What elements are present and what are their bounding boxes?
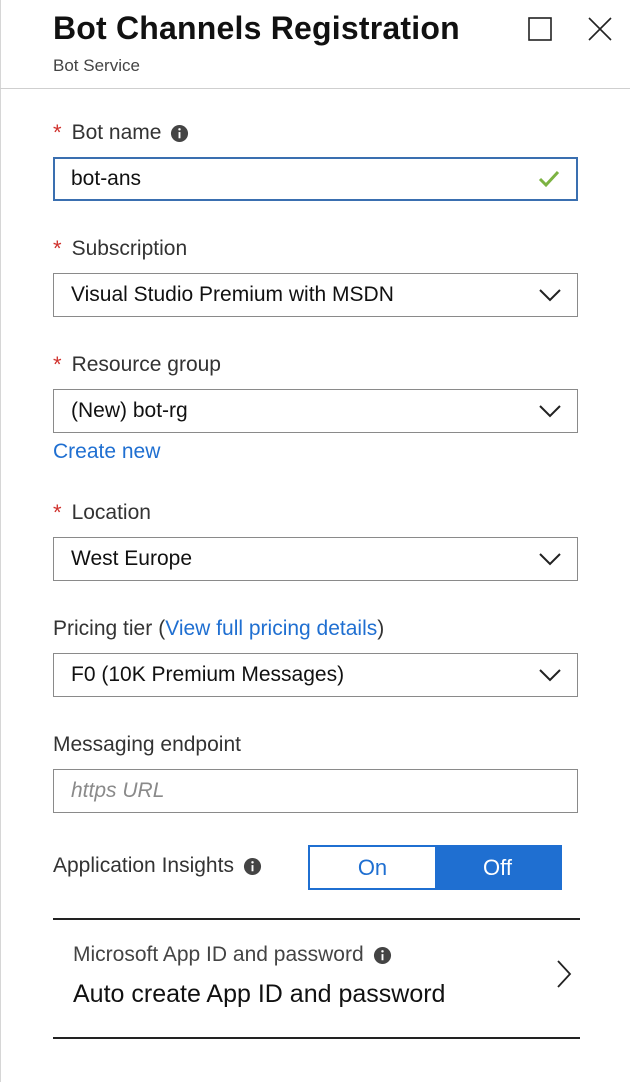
resource-group-value: (New) bot-rg <box>71 399 188 422</box>
bot-name-label-text: Bot name <box>71 121 162 144</box>
application-insights-label-text: Application Insights <box>53 854 234 877</box>
app-id-value: Auto create App ID and password <box>73 980 446 1008</box>
info-icon[interactable] <box>373 946 392 965</box>
resource-group-label: * Resource group <box>53 352 221 378</box>
pricing-tier-label: Pricing tier ( View full pricing details… <box>53 617 384 641</box>
toggle-off-option[interactable]: Off <box>435 847 560 888</box>
required-marker: * <box>53 500 62 525</box>
maximize-button[interactable] <box>527 16 553 42</box>
chevron-down-icon <box>537 398 563 424</box>
subscription-dropdown[interactable]: Visual Studio Premium with MSDN <box>53 273 578 317</box>
subscription-label-text: Subscription <box>71 237 188 260</box>
application-insights-label: Application Insights <box>53 854 262 878</box>
location-label-text: Location <box>71 501 151 524</box>
location-dropdown[interactable]: West Europe <box>53 537 578 581</box>
paren-close: ) <box>377 617 385 640</box>
messaging-endpoint-input[interactable]: https URL <box>53 769 578 813</box>
pricing-tier-value: F0 (10K Premium Messages) <box>71 663 345 686</box>
subscription-label: * Subscription <box>53 236 187 262</box>
application-insights-toggle[interactable]: On Off <box>308 845 562 890</box>
chevron-down-icon <box>537 546 563 572</box>
panel-edge <box>0 0 1 1082</box>
chevron-down-icon <box>537 282 563 308</box>
chevron-right-icon <box>557 960 572 988</box>
required-marker: * <box>53 236 62 261</box>
resource-group-dropdown[interactable]: (New) bot-rg <box>53 389 578 433</box>
bot-name-label: * Bot name <box>53 120 189 146</box>
chevron-down-icon <box>537 662 563 688</box>
close-button[interactable] <box>587 16 613 42</box>
valid-check-icon <box>536 166 562 192</box>
subscription-value: Visual Studio Premium with MSDN <box>71 283 394 306</box>
pricing-tier-label-text: Pricing tier <box>53 617 153 640</box>
blade-header: Bot Channels Registration Bot Service <box>0 0 630 89</box>
blade-subtitle: Bot Service <box>53 56 140 75</box>
info-icon[interactable] <box>243 857 262 876</box>
required-marker: * <box>53 120 62 145</box>
blade-title: Bot Channels Registration <box>53 10 460 46</box>
messaging-endpoint-placeholder: https URL <box>71 779 165 802</box>
app-id-label-text: Microsoft App ID and password <box>73 943 364 966</box>
messaging-endpoint-label-text: Messaging endpoint <box>53 733 241 756</box>
close-icon <box>588 17 612 41</box>
create-new-link[interactable]: Create new <box>53 440 160 464</box>
pricing-details-link[interactable]: View full pricing details <box>165 617 377 641</box>
resource-group-label-text: Resource group <box>71 353 221 376</box>
location-value: West Europe <box>71 547 193 570</box>
pricing-tier-dropdown[interactable]: F0 (10K Premium Messages) <box>53 653 578 697</box>
bot-name-input[interactable]: bot-ans <box>53 157 578 201</box>
bot-name-value: bot-ans <box>71 167 142 190</box>
info-icon[interactable] <box>170 124 189 143</box>
paren-open: ( <box>158 617 166 640</box>
app-id-section[interactable]: Microsoft App ID and password Auto creat… <box>53 920 580 1038</box>
required-marker: * <box>53 352 62 377</box>
divider <box>53 1037 580 1039</box>
maximize-icon <box>528 17 552 41</box>
messaging-endpoint-label: Messaging endpoint <box>53 733 241 757</box>
toggle-on-option[interactable]: On <box>310 847 435 888</box>
location-label: * Location <box>53 500 151 526</box>
app-id-label: Microsoft App ID and password <box>73 943 392 967</box>
